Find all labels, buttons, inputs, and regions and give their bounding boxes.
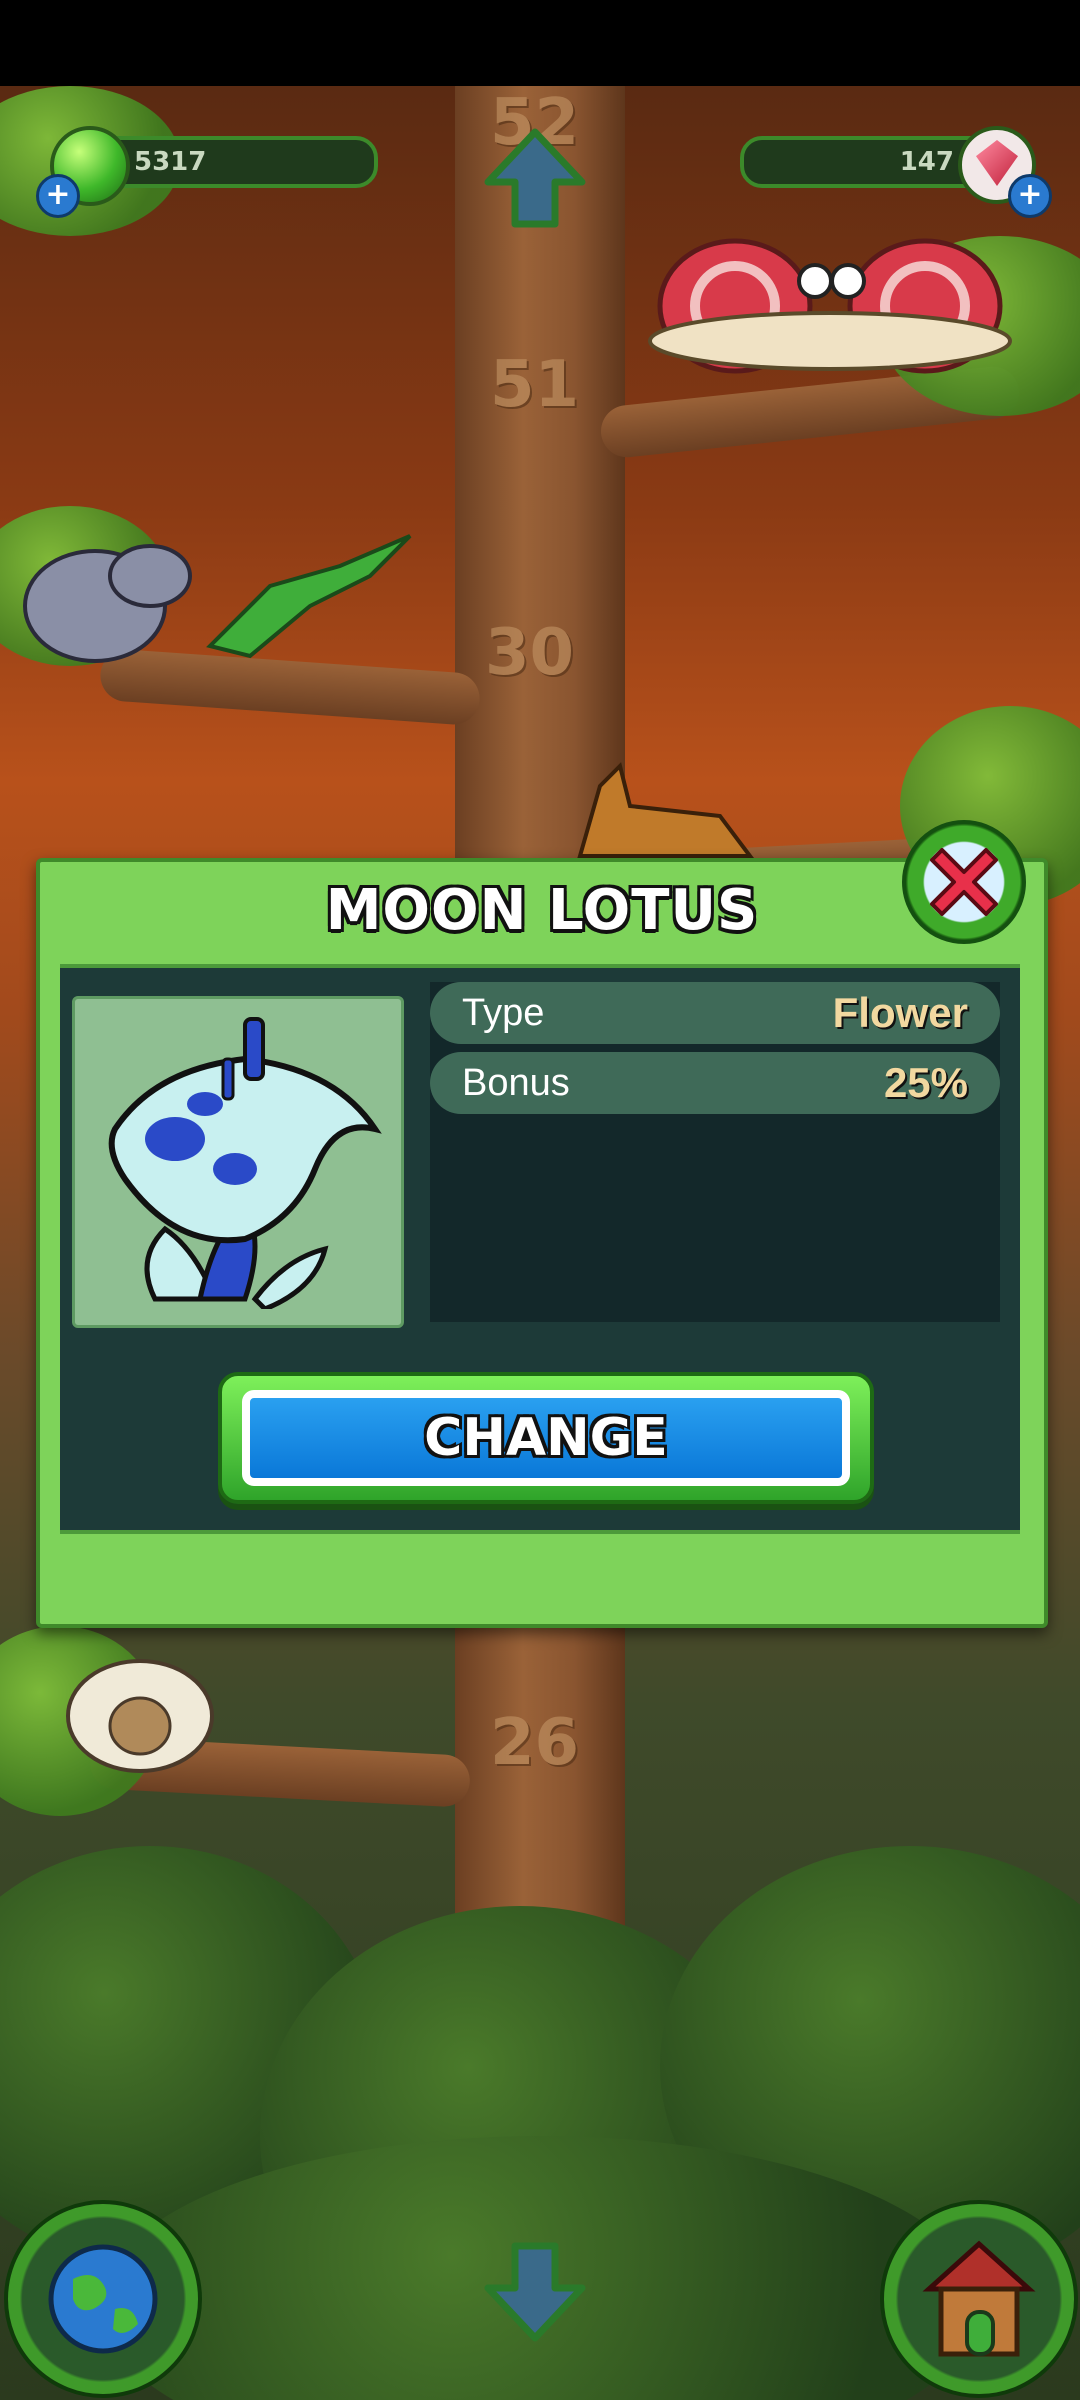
change-button[interactable]: CHANGE — [218, 1372, 874, 1504]
sheep-creature[interactable] — [60, 1646, 220, 1776]
house-button[interactable] — [880, 2200, 1078, 2398]
stat-row-type: Type Flower — [430, 982, 1000, 1044]
floor-number: 51 — [490, 348, 580, 422]
house-icon — [922, 2240, 1036, 2357]
stat-label: Type — [462, 992, 545, 1034]
globe-icon — [48, 2244, 158, 2354]
chinchilla-and-lizard[interactable] — [10, 496, 430, 666]
add-gems-button[interactable]: + — [1008, 174, 1052, 218]
floor-number: 30 — [485, 616, 575, 690]
item-image-frame — [72, 996, 404, 1328]
add-coins-button[interactable]: + — [36, 174, 80, 218]
gem-count: 147 — [899, 147, 954, 177]
coin-counter-bar: 5317 — [96, 136, 378, 188]
down-arrow-icon[interactable] — [480, 2236, 590, 2346]
up-arrow-icon[interactable] — [480, 124, 590, 234]
stat-label: Bonus — [462, 1062, 570, 1104]
close-x-icon — [930, 848, 998, 916]
moon-lotus-flower-icon — [108, 1017, 382, 1309]
dialog-title: MOON LOTUS — [325, 878, 759, 943]
floor-number: 26 — [490, 1706, 580, 1780]
change-button-face: CHANGE — [242, 1390, 850, 1486]
stat-value: Flower — [832, 989, 968, 1036]
stat-value: 25% — [883, 1059, 968, 1106]
close-button[interactable] — [902, 820, 1026, 944]
coin-count: 5317 — [134, 147, 207, 177]
fox-creature[interactable] — [560, 746, 760, 876]
item-stats-panel: Type Flower Bonus 25% — [430, 982, 1000, 1322]
snail-creatures[interactable] — [640, 226, 1020, 376]
globe-button[interactable] — [4, 2200, 202, 2398]
stat-row-bonus: Bonus 25% — [430, 1052, 1000, 1114]
gem-counter-bar: 147 — [740, 136, 992, 188]
change-button-label: CHANGE — [424, 1408, 668, 1468]
status-bar — [0, 0, 1080, 86]
